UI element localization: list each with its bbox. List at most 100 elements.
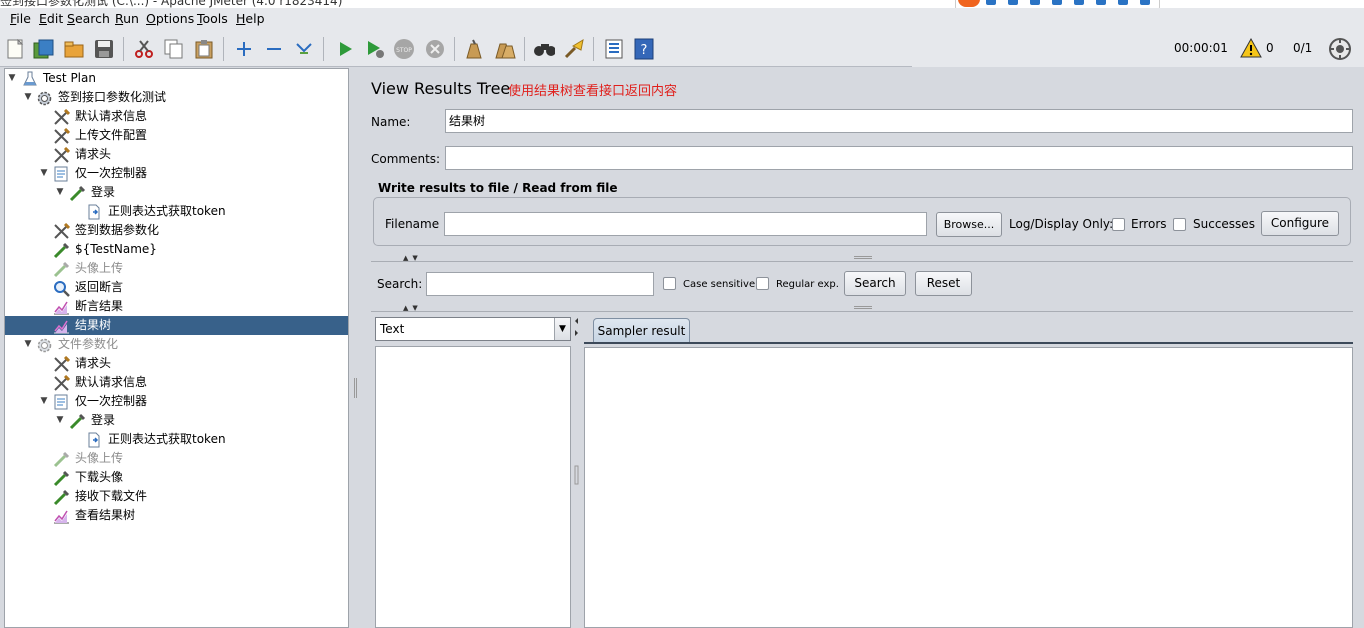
tree-item-controller[interactable]: ▼ 仅一次控制器 xyxy=(5,392,348,411)
tree-item-config-element[interactable]: 签到数据参数化 xyxy=(5,221,348,240)
tree-item-thread-group[interactable]: ▼ 签到接口参数化测试 xyxy=(5,88,348,107)
comments-field[interactable] xyxy=(445,146,1353,170)
tree-item-extractor[interactable]: 正则表达式获取token xyxy=(5,202,348,221)
tree-item-config-element[interactable]: 默认请求信息 xyxy=(5,107,348,126)
start-icon[interactable] xyxy=(334,38,356,60)
save-icon[interactable] xyxy=(93,38,115,60)
tab-sampler-result[interactable]: Sampler result xyxy=(593,318,690,343)
tree-item-listener-selected[interactable]: 结果树 xyxy=(5,316,348,335)
results-splitter[interactable] xyxy=(573,316,582,628)
name-label: Name: xyxy=(371,115,411,129)
tree-item-listener[interactable]: 断言结果 xyxy=(5,297,348,316)
test-plan-tree[interactable]: ▼ Test Plan ▼ 签到接口参数化测试 默认请求信息 上传文件配置 请求… xyxy=(4,68,349,628)
stop-icon[interactable]: STOP xyxy=(393,38,415,60)
window-title-bar: 签到接口参数化测试 (C:\...) - Apache JMeter (4.0 … xyxy=(0,0,1364,8)
menu-options[interactable]: Options xyxy=(146,11,194,26)
copy-icon[interactable] xyxy=(163,38,185,60)
search-field[interactable] xyxy=(426,272,654,296)
tree-item-sampler[interactable]: ${TestName} xyxy=(5,240,348,259)
divider-grip[interactable] xyxy=(854,306,872,309)
ime-emoji-icon[interactable] xyxy=(1030,0,1040,5)
expand-toggle-icon[interactable]: ▼ xyxy=(7,69,17,88)
ime-mode-icon[interactable] xyxy=(986,0,996,5)
successes-checkbox[interactable] xyxy=(1173,218,1186,231)
panel-title: View Results Tree xyxy=(371,79,511,98)
expand-all-icon[interactable] xyxy=(233,38,255,60)
menu-help[interactable]: Help xyxy=(236,11,265,26)
remote-status-icon[interactable] xyxy=(1328,37,1352,61)
toolbar-separator xyxy=(454,37,455,61)
menu-search[interactable]: Search xyxy=(67,11,110,26)
ime-tools-icon[interactable] xyxy=(1118,0,1128,5)
help-icon[interactable]: ? xyxy=(633,38,655,60)
tree-item-sampler[interactable]: ▼ 登录 xyxy=(5,183,348,202)
results-list[interactable] xyxy=(375,346,571,628)
splitter-grip[interactable] xyxy=(354,378,357,398)
tree-item-test-plan[interactable]: ▼ Test Plan xyxy=(5,69,348,88)
tree-item-sampler-disabled[interactable]: 头像上传 xyxy=(5,259,348,278)
tree-item-listener[interactable]: 查看结果树 xyxy=(5,506,348,525)
cut-icon[interactable] xyxy=(133,38,155,60)
reset-button[interactable]: Reset xyxy=(915,271,972,296)
panel-comment-note: 使用结果树查看接口返回内容 xyxy=(508,84,678,99)
ime-punct-icon[interactable] xyxy=(1008,0,1018,5)
tree-item-config-element[interactable]: 默认请求信息 xyxy=(5,373,348,392)
configure-button[interactable]: Configure xyxy=(1261,211,1339,236)
name-field[interactable]: 结果树 xyxy=(445,109,1353,133)
shutdown-icon[interactable] xyxy=(424,38,446,60)
case-sensitive-label: Case sensitive xyxy=(683,279,756,290)
renderer-select[interactable]: Text ▼ xyxy=(375,317,571,341)
reset-search-icon[interactable] xyxy=(563,38,585,60)
ime-skin-icon[interactable] xyxy=(1096,0,1106,5)
toggle-icon[interactable] xyxy=(293,38,315,60)
menu-run[interactable]: Run xyxy=(115,11,139,26)
expand-toggle-icon[interactable]: ▼ xyxy=(55,183,65,202)
ime-search-icon[interactable] xyxy=(1140,0,1150,5)
browse-button[interactable]: Browse... xyxy=(936,212,1002,237)
ime-voice-icon[interactable] xyxy=(1052,0,1062,5)
expand-toggle-icon[interactable]: ▼ xyxy=(39,392,49,411)
thread-group-gear-icon xyxy=(36,90,52,106)
menu-file[interactable]: File xyxy=(10,11,31,26)
tree-item-sampler[interactable]: 下载头像 xyxy=(5,468,348,487)
tree-item-config-element[interactable]: 请求头 xyxy=(5,145,348,164)
expand-toggle-icon[interactable]: ▼ xyxy=(55,411,65,430)
clear-all-icon[interactable] xyxy=(494,38,516,60)
tree-item-sampler[interactable]: 接收下载文件 xyxy=(5,487,348,506)
tree-item-config-element[interactable]: 上传文件配置 xyxy=(5,126,348,145)
clear-icon[interactable] xyxy=(463,38,485,60)
ime-keyboard-icon[interactable] xyxy=(1074,0,1084,5)
tree-item-thread-group-disabled[interactable]: ▼ 文件参数化 xyxy=(5,335,348,354)
templates-icon[interactable] xyxy=(33,38,55,60)
function-helper-icon[interactable] xyxy=(603,38,625,60)
divider-grip[interactable] xyxy=(854,256,872,259)
expand-toggle-icon[interactable]: ▼ xyxy=(23,335,33,354)
search-icon[interactable] xyxy=(533,38,555,60)
tree-item-extractor[interactable]: 正则表达式获取token xyxy=(5,430,348,449)
expand-toggle-icon[interactable]: ▼ xyxy=(23,88,33,107)
chevron-down-icon[interactable]: ▼ xyxy=(554,318,570,340)
open-icon[interactable] xyxy=(63,38,85,60)
tree-item-controller[interactable]: ▼ 仅一次控制器 xyxy=(5,164,348,183)
tree-item-sampler[interactable]: ▼ 登录 xyxy=(5,411,348,430)
warning-icon[interactable] xyxy=(1240,37,1262,59)
search-button[interactable]: Search xyxy=(844,271,906,296)
start-no-pauses-icon[interactable] xyxy=(364,38,386,60)
menu-edit[interactable]: Edit xyxy=(39,11,63,26)
regular-exp-checkbox[interactable] xyxy=(756,277,769,290)
tree-item-sampler-disabled[interactable]: 头像上传 xyxy=(5,449,348,468)
expand-toggle-icon[interactable]: ▼ xyxy=(39,164,49,183)
case-sensitive-checkbox[interactable] xyxy=(663,277,676,290)
new-icon[interactable] xyxy=(4,38,26,60)
ime-toolbar[interactable] xyxy=(955,0,1160,8)
menu-tools[interactable]: Tools xyxy=(197,11,228,26)
tree-item-config-element[interactable]: 请求头 xyxy=(5,354,348,373)
paste-icon[interactable] xyxy=(193,38,215,60)
sampler-result-content[interactable] xyxy=(584,347,1353,628)
filename-field[interactable] xyxy=(444,212,927,236)
main-splitter[interactable] xyxy=(350,68,362,628)
errors-checkbox[interactable] xyxy=(1112,218,1125,231)
sampler-pipette-icon xyxy=(69,413,86,430)
collapse-all-icon[interactable] xyxy=(263,38,285,60)
tree-item-assertion[interactable]: 返回断言 xyxy=(5,278,348,297)
